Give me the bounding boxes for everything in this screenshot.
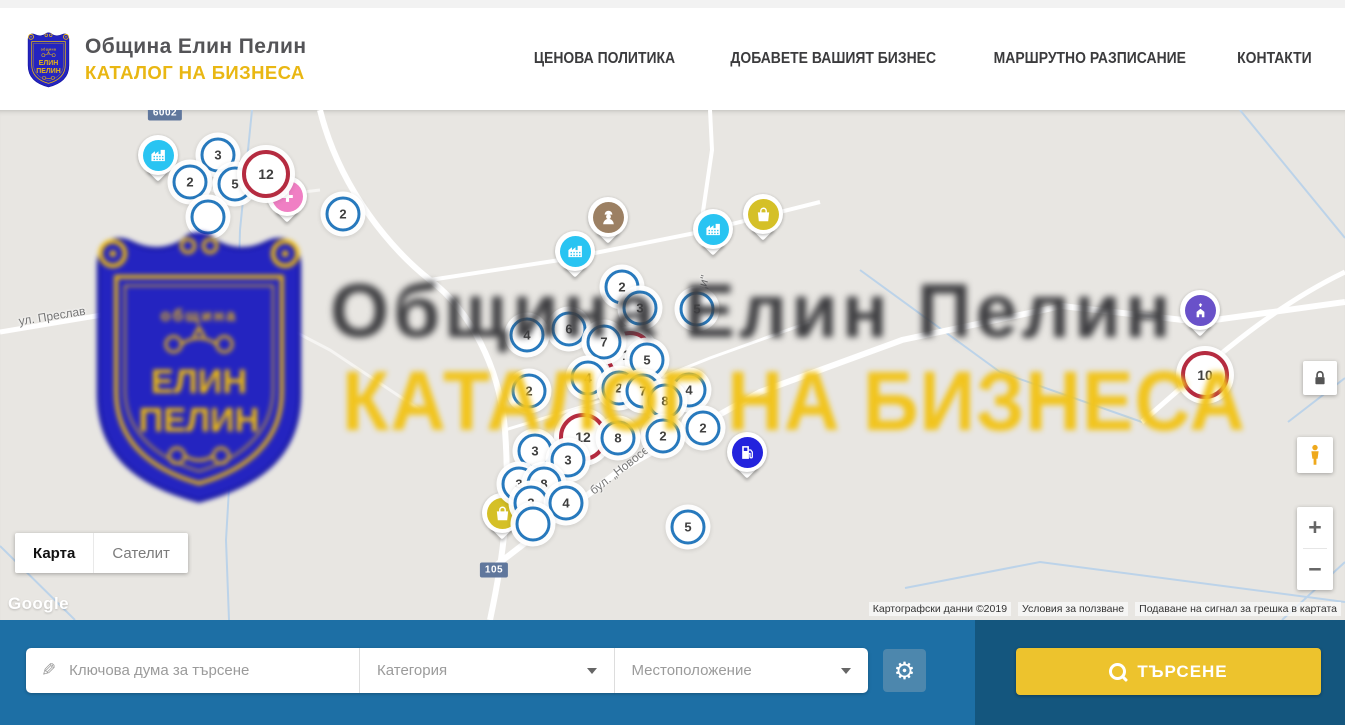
search-group: ✎ Категория Местоположение xyxy=(26,648,868,693)
cluster-marker[interactable]: 7 xyxy=(587,325,622,360)
map-type-satellite-button[interactable]: Сателит xyxy=(93,533,188,573)
location-select-label: Местоположение xyxy=(632,662,752,679)
nav-item-route-schedule[interactable]: МАРШРУТНО РАЗПИСАНИЕ xyxy=(994,50,1186,68)
street-view-pegman-button[interactable] xyxy=(1297,437,1333,473)
cluster-marker[interactable]: 4 xyxy=(571,361,606,396)
bag-icon xyxy=(494,505,511,522)
cluster-marker[interactable]: 2 xyxy=(173,165,208,200)
bag-icon xyxy=(755,206,772,223)
top-strip xyxy=(0,0,1345,8)
cluster-marker[interactable]: 6 xyxy=(552,312,587,347)
category-select[interactable]: Категория xyxy=(360,648,615,693)
pegman-icon xyxy=(1303,443,1327,467)
bag-pin[interactable] xyxy=(743,194,783,234)
pencil-icon: ✎ xyxy=(41,660,56,681)
chevron-down-icon xyxy=(587,668,597,674)
main-nav: ЦЕНОВА ПОЛИТИКА ДОБАВЕТЕ ВАШИЯТ БИЗНЕС М… xyxy=(526,50,1316,68)
search-button-label: ТЪРСЕНЕ xyxy=(1137,662,1227,682)
header: Община Елин Пелин КАТАЛОГ НА БИЗНЕСА ЦЕН… xyxy=(0,8,1345,110)
pin-disc xyxy=(693,209,733,249)
nav-item-contacts[interactable]: КОНТАКТИ xyxy=(1237,50,1312,68)
map-data-copyright: Картографски данни ©2019 xyxy=(869,602,1011,616)
zoom-control: + − xyxy=(1297,507,1333,590)
factory-icon xyxy=(150,147,167,164)
search-button[interactable]: ТЪРСЕНЕ xyxy=(1016,648,1321,695)
map-type-map-button[interactable]: Карта xyxy=(15,533,93,573)
keyword-section: ✎ xyxy=(26,648,360,693)
cluster-marker[interactable]: 2 xyxy=(326,197,361,232)
pin-disc xyxy=(727,432,767,472)
pin-core xyxy=(748,199,779,230)
pin-core xyxy=(698,214,729,245)
zoom-in-button[interactable]: + xyxy=(1297,507,1333,548)
brand-block[interactable]: Община Елин Пелин КАТАЛОГ НА БИЗНЕСА xyxy=(85,34,306,83)
cluster-marker[interactable]: 5 xyxy=(671,510,706,545)
gear-icon: ⚙ xyxy=(894,657,916,685)
fuel-pin[interactable] xyxy=(727,432,767,472)
pin-disc xyxy=(138,135,178,175)
pin-core xyxy=(560,236,591,267)
church-pin[interactable] xyxy=(1180,290,1220,330)
nav-item-add-business[interactable]: ДОБАВЕТЕ ВАШИЯТ БИЗНЕС xyxy=(730,50,936,68)
cluster-marker[interactable]: 2 xyxy=(686,411,721,446)
google-logo[interactable]: Google xyxy=(8,594,69,614)
pin-disc xyxy=(743,194,783,234)
factory-icon xyxy=(567,243,584,260)
cluster-marker[interactable]: 4 xyxy=(510,318,545,353)
location-select[interactable]: Местоположение xyxy=(615,648,869,693)
map-attribution: Картографски данни ©2019 Условия за полз… xyxy=(869,602,1341,616)
zoom-out-button[interactable]: − xyxy=(1297,549,1333,590)
lock-button[interactable] xyxy=(1303,361,1337,395)
worker-icon xyxy=(600,209,617,226)
cluster-marker[interactable]: 8 xyxy=(648,384,683,419)
pin-core xyxy=(593,202,624,233)
cluster-marker[interactable] xyxy=(516,507,551,542)
chevron-down-icon xyxy=(841,668,851,674)
map-type-control: Карта Сателит xyxy=(15,533,188,573)
map-markers-layer: 32512223513647542274822128333834510 xyxy=(0,110,1345,620)
factory-pin[interactable] xyxy=(555,231,595,271)
lock-icon xyxy=(1310,368,1330,388)
factory-icon xyxy=(705,221,722,238)
fuel-icon xyxy=(739,444,756,461)
search-bar: ✎ Категория Местоположение ⚙ ТЪРСЕНЕ xyxy=(0,620,1345,725)
cluster-marker[interactable]: 3 xyxy=(623,291,658,326)
cluster-marker[interactable]: 5 xyxy=(680,292,715,327)
cluster-marker[interactable]: 5 xyxy=(630,343,665,378)
municipality-crest-logo[interactable] xyxy=(25,29,72,89)
pin-core xyxy=(143,140,174,171)
cluster-marker[interactable]: 10 xyxy=(1181,351,1229,399)
terms-link[interactable]: Условия за ползване xyxy=(1018,602,1128,616)
cluster-marker[interactable]: 8 xyxy=(601,421,636,456)
page: община ЕЛИН ПЕЛИН xyxy=(0,0,1345,725)
search-icon xyxy=(1109,663,1126,680)
cluster-marker[interactable] xyxy=(191,200,226,235)
cluster-marker[interactable]: 4 xyxy=(549,486,584,521)
site-subtitle: КАТАЛОГ НА БИЗНЕСА xyxy=(85,61,306,84)
church-icon xyxy=(1192,302,1209,319)
google-map[interactable]: 6002105ул. Преславбул. „Новоселци" 32512… xyxy=(0,110,1345,620)
site-title: Община Елин Пелин xyxy=(85,34,306,60)
cluster-marker[interactable]: 3 xyxy=(518,434,553,469)
pin-disc xyxy=(1180,290,1220,330)
cluster-marker[interactable]: 12 xyxy=(242,150,290,198)
cluster-marker[interactable]: 2 xyxy=(646,419,681,454)
pin-core xyxy=(1185,295,1216,326)
factory-pin[interactable] xyxy=(138,135,178,175)
report-error-link[interactable]: Подаване на сигнал за грешка в картата xyxy=(1135,602,1341,616)
keyword-input[interactable] xyxy=(67,661,344,680)
pin-core xyxy=(732,437,763,468)
factory-pin[interactable] xyxy=(693,209,733,249)
nav-item-pricing[interactable]: ЦЕНОВА ПОЛИТИКА xyxy=(534,50,675,68)
cluster-marker[interactable]: 2 xyxy=(512,374,547,409)
category-select-label: Категория xyxy=(377,662,447,679)
advanced-settings-button[interactable]: ⚙ xyxy=(883,649,926,692)
pin-disc xyxy=(555,231,595,271)
